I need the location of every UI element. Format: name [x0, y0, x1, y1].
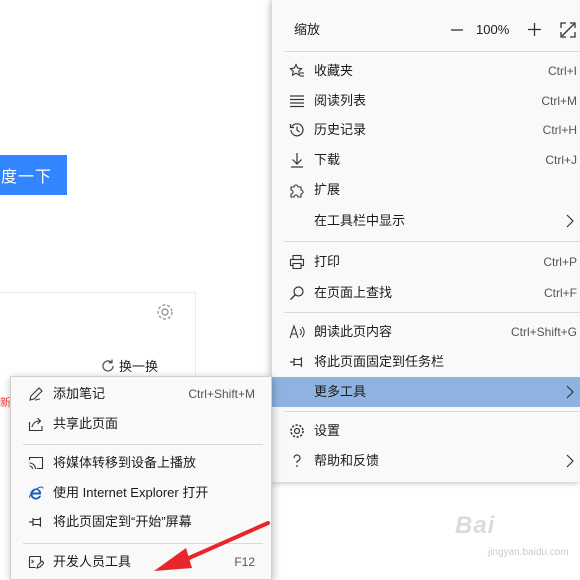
- menu-item-label: 更多工具: [314, 384, 367, 399]
- submenu-item-label: 添加笔记: [53, 386, 106, 401]
- menu-item-more-tools[interactable]: 更多工具: [272, 377, 580, 407]
- menu-item-pin-to-taskbar[interactable]: 将此页面固定到任务栏: [272, 347, 580, 377]
- menu-item-downloads[interactable]: 下载 Ctrl+J: [272, 145, 580, 175]
- zoom-out-icon[interactable]: [450, 23, 464, 37]
- submenu-item-developer-tools[interactable]: 开发人员工具 F12: [11, 547, 271, 577]
- refresh-label: 换一换: [119, 359, 159, 374]
- menu-item-label: 打印: [314, 254, 341, 269]
- extensions-icon: [290, 184, 304, 198]
- baidu-watermark: Bai: [455, 512, 496, 539]
- menu-item-history[interactable]: 历史记录 Ctrl+H: [272, 115, 580, 145]
- settings-icon: [290, 424, 304, 438]
- menu-item-label: 下载: [314, 152, 341, 167]
- cast-icon: [28, 456, 44, 470]
- menu-item-shortcut: Ctrl+Shift+G: [510, 325, 577, 339]
- favorites-icon: [289, 63, 304, 77]
- pen-icon: [29, 387, 43, 401]
- pin-icon: [29, 516, 42, 528]
- menu-item-shortcut: Ctrl+H: [542, 123, 577, 137]
- menu-item-label: 收藏夹: [314, 63, 354, 78]
- menu-item-label: 扩展: [314, 182, 341, 197]
- share-icon: [28, 417, 43, 432]
- chevron-right-icon: [566, 214, 574, 228]
- search-button[interactable]: 度一下: [0, 155, 67, 195]
- submenu-item-label: 使用 Internet Explorer 打开: [53, 485, 209, 500]
- menu-item-show-in-toolbar[interactable]: 在工具栏中显示: [272, 206, 580, 236]
- pin-icon: [290, 356, 303, 368]
- menu-item-read-aloud[interactable]: 朗读此页内容 Ctrl+Shift+G: [272, 317, 580, 347]
- developer-tools-icon: [28, 555, 44, 569]
- menu-item-shortcut: Ctrl+I: [547, 64, 577, 78]
- chevron-right-icon: [566, 385, 574, 399]
- submenu-item-share[interactable]: 共享此页面: [11, 409, 271, 439]
- submenu-item-add-notes[interactable]: 添加笔记 Ctrl+Shift+M: [11, 379, 271, 409]
- refresh-icon: [102, 359, 114, 372]
- zoom-row: 缩放 100%: [272, 14, 580, 46]
- zoom-label: 缩放: [294, 22, 321, 37]
- submenu-item-cast-media[interactable]: 将媒体转移到设备上播放: [11, 448, 271, 478]
- menu-item-settings[interactable]: 设置: [272, 416, 580, 446]
- menu-item-shortcut: Ctrl+F: [544, 286, 577, 300]
- browser-main-menu: 缩放 100% 收藏夹 Ctrl+I 阅读列表 Ctrl+M 历史记录 Ctrl…: [271, 0, 580, 482]
- zoom-value: 100%: [476, 22, 510, 37]
- zoom-in-icon[interactable]: [527, 22, 542, 37]
- submenu-item-label: 开发人员工具: [53, 554, 132, 569]
- menu-item-label: 将此页面固定到任务栏: [314, 354, 445, 369]
- menu-item-favorites[interactable]: 收藏夹 Ctrl+I: [272, 56, 580, 86]
- fullscreen-icon[interactable]: [559, 21, 577, 39]
- menu-item-print[interactable]: 打印 Ctrl+P: [272, 247, 580, 277]
- read-aloud-icon: [289, 324, 305, 339]
- menu-divider: [284, 241, 580, 242]
- submenu-item-open-with-ie[interactable]: 使用 Internet Explorer 打开: [11, 478, 271, 508]
- gear-icon[interactable]: [155, 302, 175, 322]
- submenu-item-shortcut: F12: [234, 555, 255, 569]
- menu-divider: [284, 411, 580, 412]
- submenu-item-shortcut: Ctrl+Shift+M: [188, 387, 255, 401]
- menu-item-label: 朗读此页内容: [314, 324, 393, 339]
- submenu-item-label: 共享此页面: [53, 416, 119, 431]
- menu-item-label: 设置: [314, 423, 341, 438]
- menu-item-reading-list[interactable]: 阅读列表 Ctrl+M: [272, 86, 580, 116]
- print-icon: [289, 254, 305, 270]
- menu-item-shortcut: Ctrl+J: [545, 153, 577, 167]
- menu-item-extensions[interactable]: 扩展: [272, 175, 580, 205]
- menu-item-help-feedback[interactable]: 帮助和反馈: [272, 446, 580, 476]
- submenu-divider: [23, 444, 263, 445]
- menu-item-label: 阅读列表: [314, 93, 367, 108]
- submenu-item-label: 将媒体转移到设备上播放: [53, 455, 197, 470]
- download-icon: [291, 153, 303, 168]
- menu-item-shortcut: Ctrl+M: [541, 94, 577, 108]
- find-icon: [290, 286, 304, 300]
- submenu-item-label: 将此页固定到“开始”屏幕: [53, 514, 192, 529]
- reading-list-icon: [290, 95, 304, 108]
- menu-item-find-on-page[interactable]: 在页面上查找 Ctrl+F: [272, 278, 580, 308]
- help-icon: [293, 454, 301, 467]
- menu-item-label: 在页面上查找: [314, 285, 393, 300]
- refresh-button[interactable]: 换一换: [100, 356, 158, 375]
- menu-item-label: 历史记录: [314, 122, 367, 137]
- chevron-right-icon: [566, 454, 574, 468]
- internet-explorer-icon: [29, 486, 44, 500]
- history-icon: [289, 123, 304, 137]
- menu-divider: [284, 312, 580, 313]
- more-tools-submenu: 添加笔记 Ctrl+Shift+M 共享此页面 将媒体转移到设备上播放 使用 I…: [10, 376, 272, 580]
- submenu-item-pin-to-start[interactable]: 将此页固定到“开始”屏幕: [11, 507, 271, 537]
- menu-item-label: 帮助和反馈: [314, 453, 380, 468]
- menu-divider: [284, 51, 580, 52]
- submenu-divider: [23, 543, 263, 544]
- baidu-watermark-url: jingyan.baidu.com: [488, 547, 569, 558]
- menu-item-label: 在工具栏中显示: [314, 213, 406, 228]
- menu-item-shortcut: Ctrl+P: [543, 255, 577, 269]
